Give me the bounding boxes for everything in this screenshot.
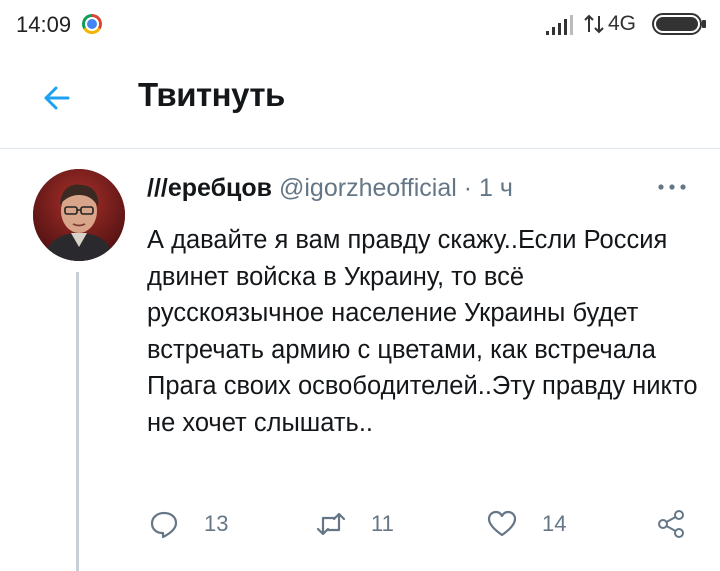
reply-count: 13 (204, 511, 229, 536)
tweet[interactable]: ///еребцов @igorzheofficial · 1 ч А дава… (0, 150, 720, 571)
separator: · (463, 174, 473, 202)
share-button[interactable] (655, 506, 687, 542)
data-transfer-icon (584, 14, 604, 34)
tweet-time[interactable]: 1 ч (479, 174, 513, 202)
signal-strength-icon (546, 15, 573, 35)
status-time: 14:09 (16, 12, 72, 37)
retweet-button[interactable]: 11 (315, 506, 394, 542)
back-arrow-icon[interactable] (38, 78, 78, 118)
chrome-icon (82, 14, 102, 34)
retweet-count: 11 (371, 511, 394, 536)
like-button[interactable]: 14 (486, 506, 566, 542)
battery-icon (652, 13, 706, 35)
author-handle[interactable]: @igorzheofficial (279, 174, 457, 202)
tweet-header: ///еребцов @igorzheofficial · 1 ч (147, 174, 513, 203)
heart-icon (487, 510, 517, 537)
tweet-actions: 13 11 14 (0, 506, 720, 546)
avatar-image (33, 169, 125, 261)
more-options-icon[interactable] (655, 180, 689, 194)
avatar[interactable] (33, 169, 125, 261)
tweet-text: А давайте я вам правду скажу..Если Росси… (147, 226, 698, 437)
page-title: Твитнуть (138, 76, 285, 113)
author-name[interactable]: ///еребцов (147, 174, 272, 202)
retweet-icon (316, 512, 346, 536)
like-count: 14 (542, 511, 567, 536)
reply-icon (150, 511, 178, 539)
header: Твитнуть (0, 50, 720, 149)
share-icon (658, 510, 684, 538)
reply-button[interactable]: 13 (148, 506, 228, 542)
status-bar: 14:09 4G (0, 0, 720, 50)
network-type: 4G (608, 12, 637, 35)
